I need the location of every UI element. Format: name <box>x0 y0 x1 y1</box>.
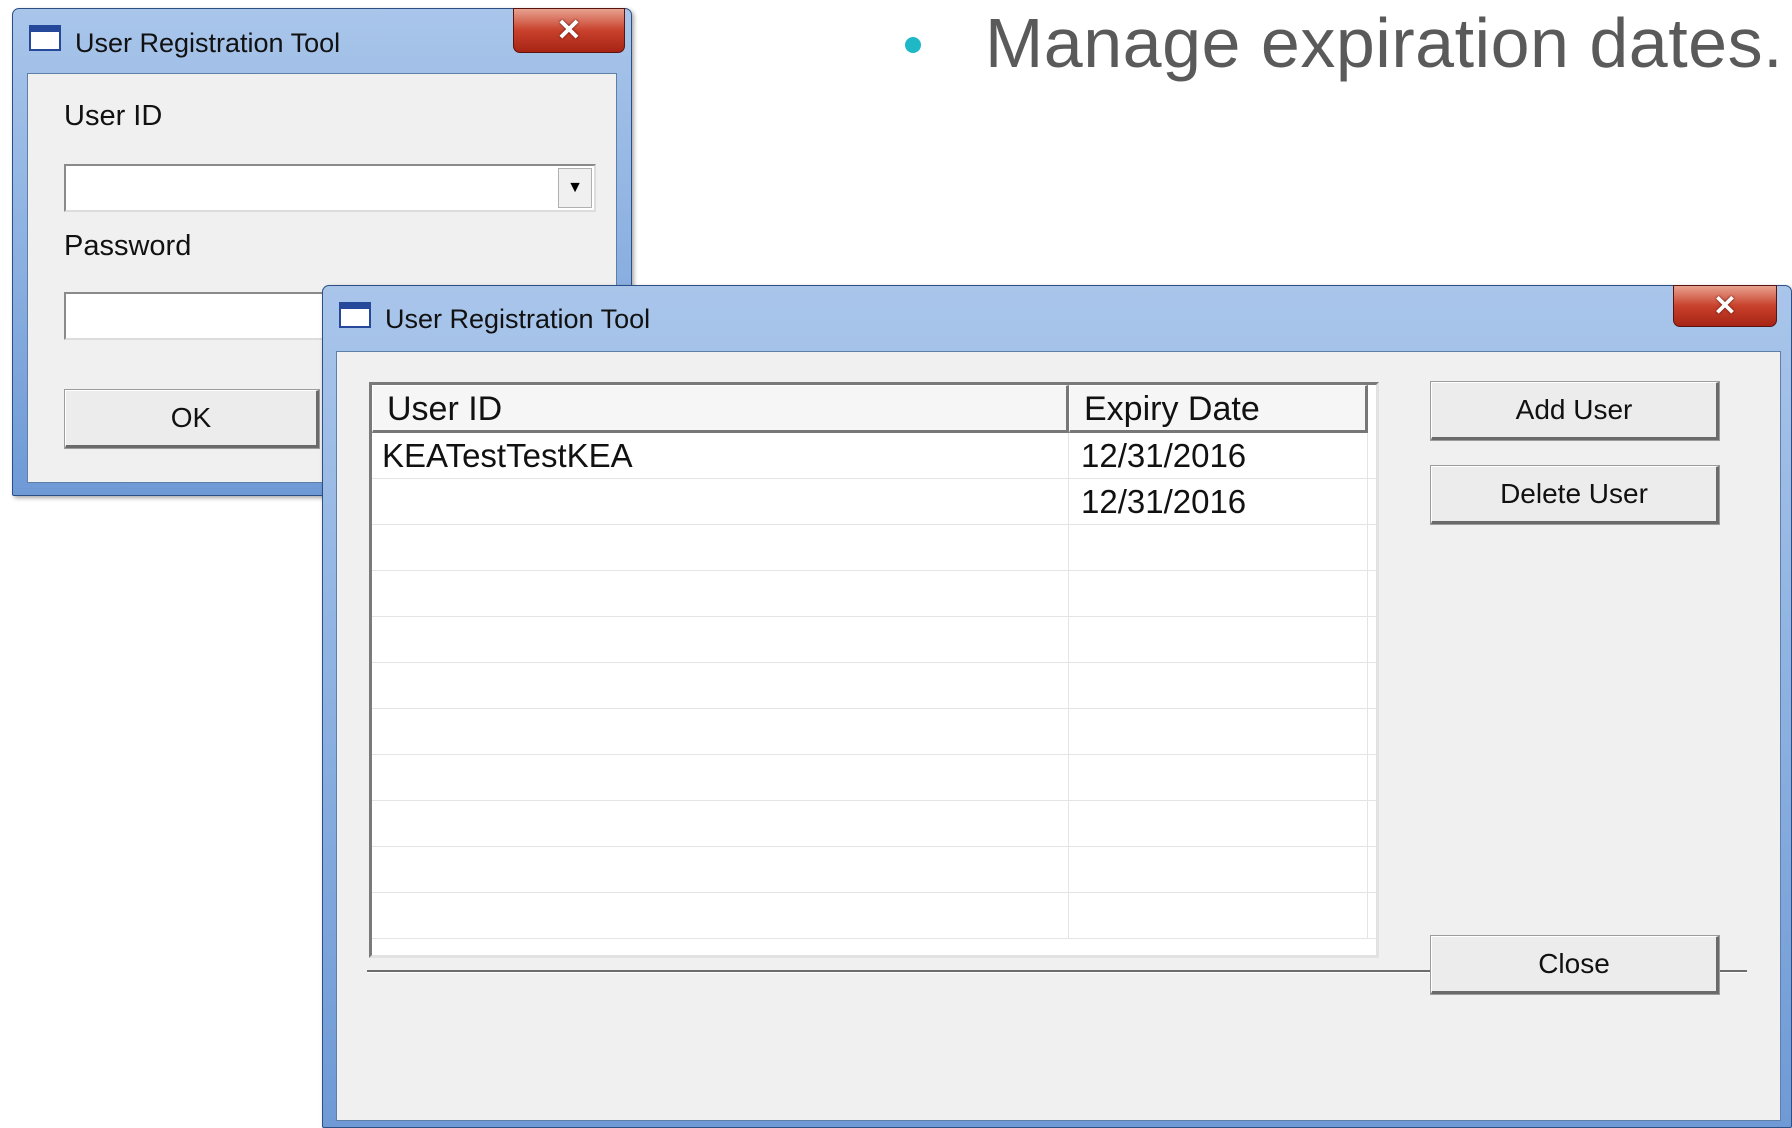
cell-expiry-date[interactable] <box>1069 847 1368 892</box>
table-row[interactable] <box>372 755 1376 801</box>
window-icon <box>29 25 61 51</box>
table-row[interactable] <box>372 709 1376 755</box>
cell-expiry-date[interactable] <box>1069 525 1368 570</box>
cell-expiry-date[interactable] <box>1069 617 1368 662</box>
login-titlebar[interactable]: User Registration Tool ✕ <box>13 8 631 71</box>
manager-close-icon[interactable]: ✕ <box>1673 285 1777 327</box>
cell-user-id[interactable] <box>372 617 1069 662</box>
login-close-icon[interactable]: ✕ <box>513 8 625 53</box>
cell-expiry-date[interactable] <box>1069 893 1368 938</box>
slide-bullet: Manage expiration dates. <box>905 0 1783 86</box>
cell-expiry-date[interactable] <box>1069 801 1368 846</box>
cell-user-id[interactable] <box>372 663 1069 708</box>
table-row[interactable] <box>372 663 1376 709</box>
cell-expiry-date[interactable] <box>1069 663 1368 708</box>
bullet-dot <box>905 37 921 53</box>
cell-expiry-date[interactable] <box>1069 755 1368 800</box>
cell-expiry-date[interactable] <box>1069 709 1368 754</box>
table-header: User ID Expiry Date <box>372 385 1376 433</box>
cell-expiry-date[interactable] <box>1069 571 1368 616</box>
table-row[interactable] <box>372 847 1376 893</box>
cell-expiry-date[interactable]: 12/31/2016 <box>1069 479 1368 524</box>
login-window-title: User Registration Tool <box>75 28 341 58</box>
table-row[interactable]: KEATestTestKEA 12/31/2016 <box>372 433 1376 479</box>
password-label: Password <box>64 230 192 262</box>
add-user-button[interactable]: Add User <box>1430 381 1720 441</box>
cell-user-id[interactable] <box>372 893 1069 938</box>
table-body: KEATestTestKEA 12/31/2016 12/31/2016 <box>372 433 1376 939</box>
user-table[interactable]: User ID Expiry Date KEATestTestKEA 12/31/… <box>369 382 1379 958</box>
user-id-combobox[interactable]: ▼ <box>64 164 596 212</box>
cell-expiry-date[interactable]: 12/31/2016 <box>1069 433 1368 478</box>
cell-user-id[interactable] <box>372 479 1069 524</box>
cell-user-id[interactable] <box>372 801 1069 846</box>
window-icon <box>339 302 371 328</box>
column-header-expiry-date[interactable]: Expiry Date <box>1069 385 1368 433</box>
chevron-down-icon[interactable]: ▼ <box>558 168 592 208</box>
manager-titlebar[interactable]: User Registration Tool ✕ <box>323 285 1791 348</box>
table-row[interactable] <box>372 893 1376 939</box>
ok-button[interactable]: OK <box>64 389 320 449</box>
table-row[interactable] <box>372 617 1376 663</box>
manager-window-title: User Registration Tool <box>385 304 651 334</box>
cell-user-id[interactable]: KEATestTestKEA <box>372 433 1069 478</box>
table-row[interactable] <box>372 571 1376 617</box>
cell-user-id[interactable] <box>372 709 1069 754</box>
cell-user-id[interactable] <box>372 571 1069 616</box>
table-row[interactable] <box>372 801 1376 847</box>
cell-user-id[interactable] <box>372 847 1069 892</box>
cell-user-id[interactable] <box>372 525 1069 570</box>
delete-user-button[interactable]: Delete User <box>1430 465 1720 525</box>
table-row[interactable] <box>372 525 1376 571</box>
bullet-text: Manage expiration dates. <box>985 4 1784 82</box>
cell-user-id[interactable] <box>372 755 1069 800</box>
close-button[interactable]: Close <box>1430 935 1720 995</box>
manager-window: User Registration Tool ✕ User ID Expiry … <box>322 285 1792 1128</box>
table-row[interactable]: 12/31/2016 <box>372 479 1376 525</box>
manager-client-area: User ID Expiry Date KEATestTestKEA 12/31/… <box>336 351 1781 1121</box>
user-id-label: User ID <box>64 100 163 132</box>
column-header-user-id[interactable]: User ID <box>372 385 1069 433</box>
